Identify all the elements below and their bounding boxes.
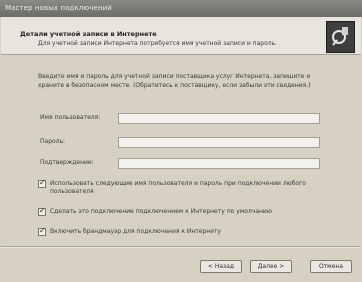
- window-title: Мастер новых подключений: [0, 0, 362, 17]
- wizard-header: Детали учетной записи в Интернете Для уч…: [1, 17, 361, 55]
- checkmark-icon: ✓: [39, 206, 46, 215]
- firewall-label: Включить брандмауэр для подключения к Ин…: [50, 228, 221, 235]
- default-connection-checkbox[interactable]: ✓: [38, 206, 46, 216]
- confirm-field[interactable]: [118, 158, 320, 169]
- use-credentials-checkbox[interactable]: ✓: [38, 178, 46, 188]
- footer-separator: [1, 246, 361, 248]
- username-label: Имя пользователя:: [40, 114, 101, 121]
- wizard-icon: [326, 21, 355, 53]
- checkmark-icon: ✓: [39, 226, 46, 235]
- back-button[interactable]: < Назад: [200, 260, 242, 273]
- header-subtitle: Для учетной записи Интернета потребуется…: [38, 40, 278, 47]
- header-title: Детали учетной записи в Интернете: [20, 30, 157, 38]
- use-credentials-label: Использовать следующие имя пользователя …: [50, 180, 306, 195]
- new-connection-wizard-window: Мастер новых подключений Детали учетной …: [0, 0, 362, 282]
- password-field[interactable]: [118, 137, 320, 148]
- password-label: Пароль:: [40, 138, 66, 145]
- intro-text: Введите имя и пароль для учетной записи …: [38, 73, 311, 89]
- confirm-label: Подтверждение:: [40, 159, 94, 166]
- next-button[interactable]: Далее >: [250, 260, 292, 273]
- cancel-button[interactable]: Отмена: [310, 260, 352, 273]
- username-field[interactable]: [118, 113, 320, 124]
- firewall-checkbox[interactable]: ✓: [38, 226, 46, 236]
- checkmark-icon: ✓: [39, 178, 46, 187]
- default-connection-label: Сделать это подключение подключением к И…: [50, 208, 272, 215]
